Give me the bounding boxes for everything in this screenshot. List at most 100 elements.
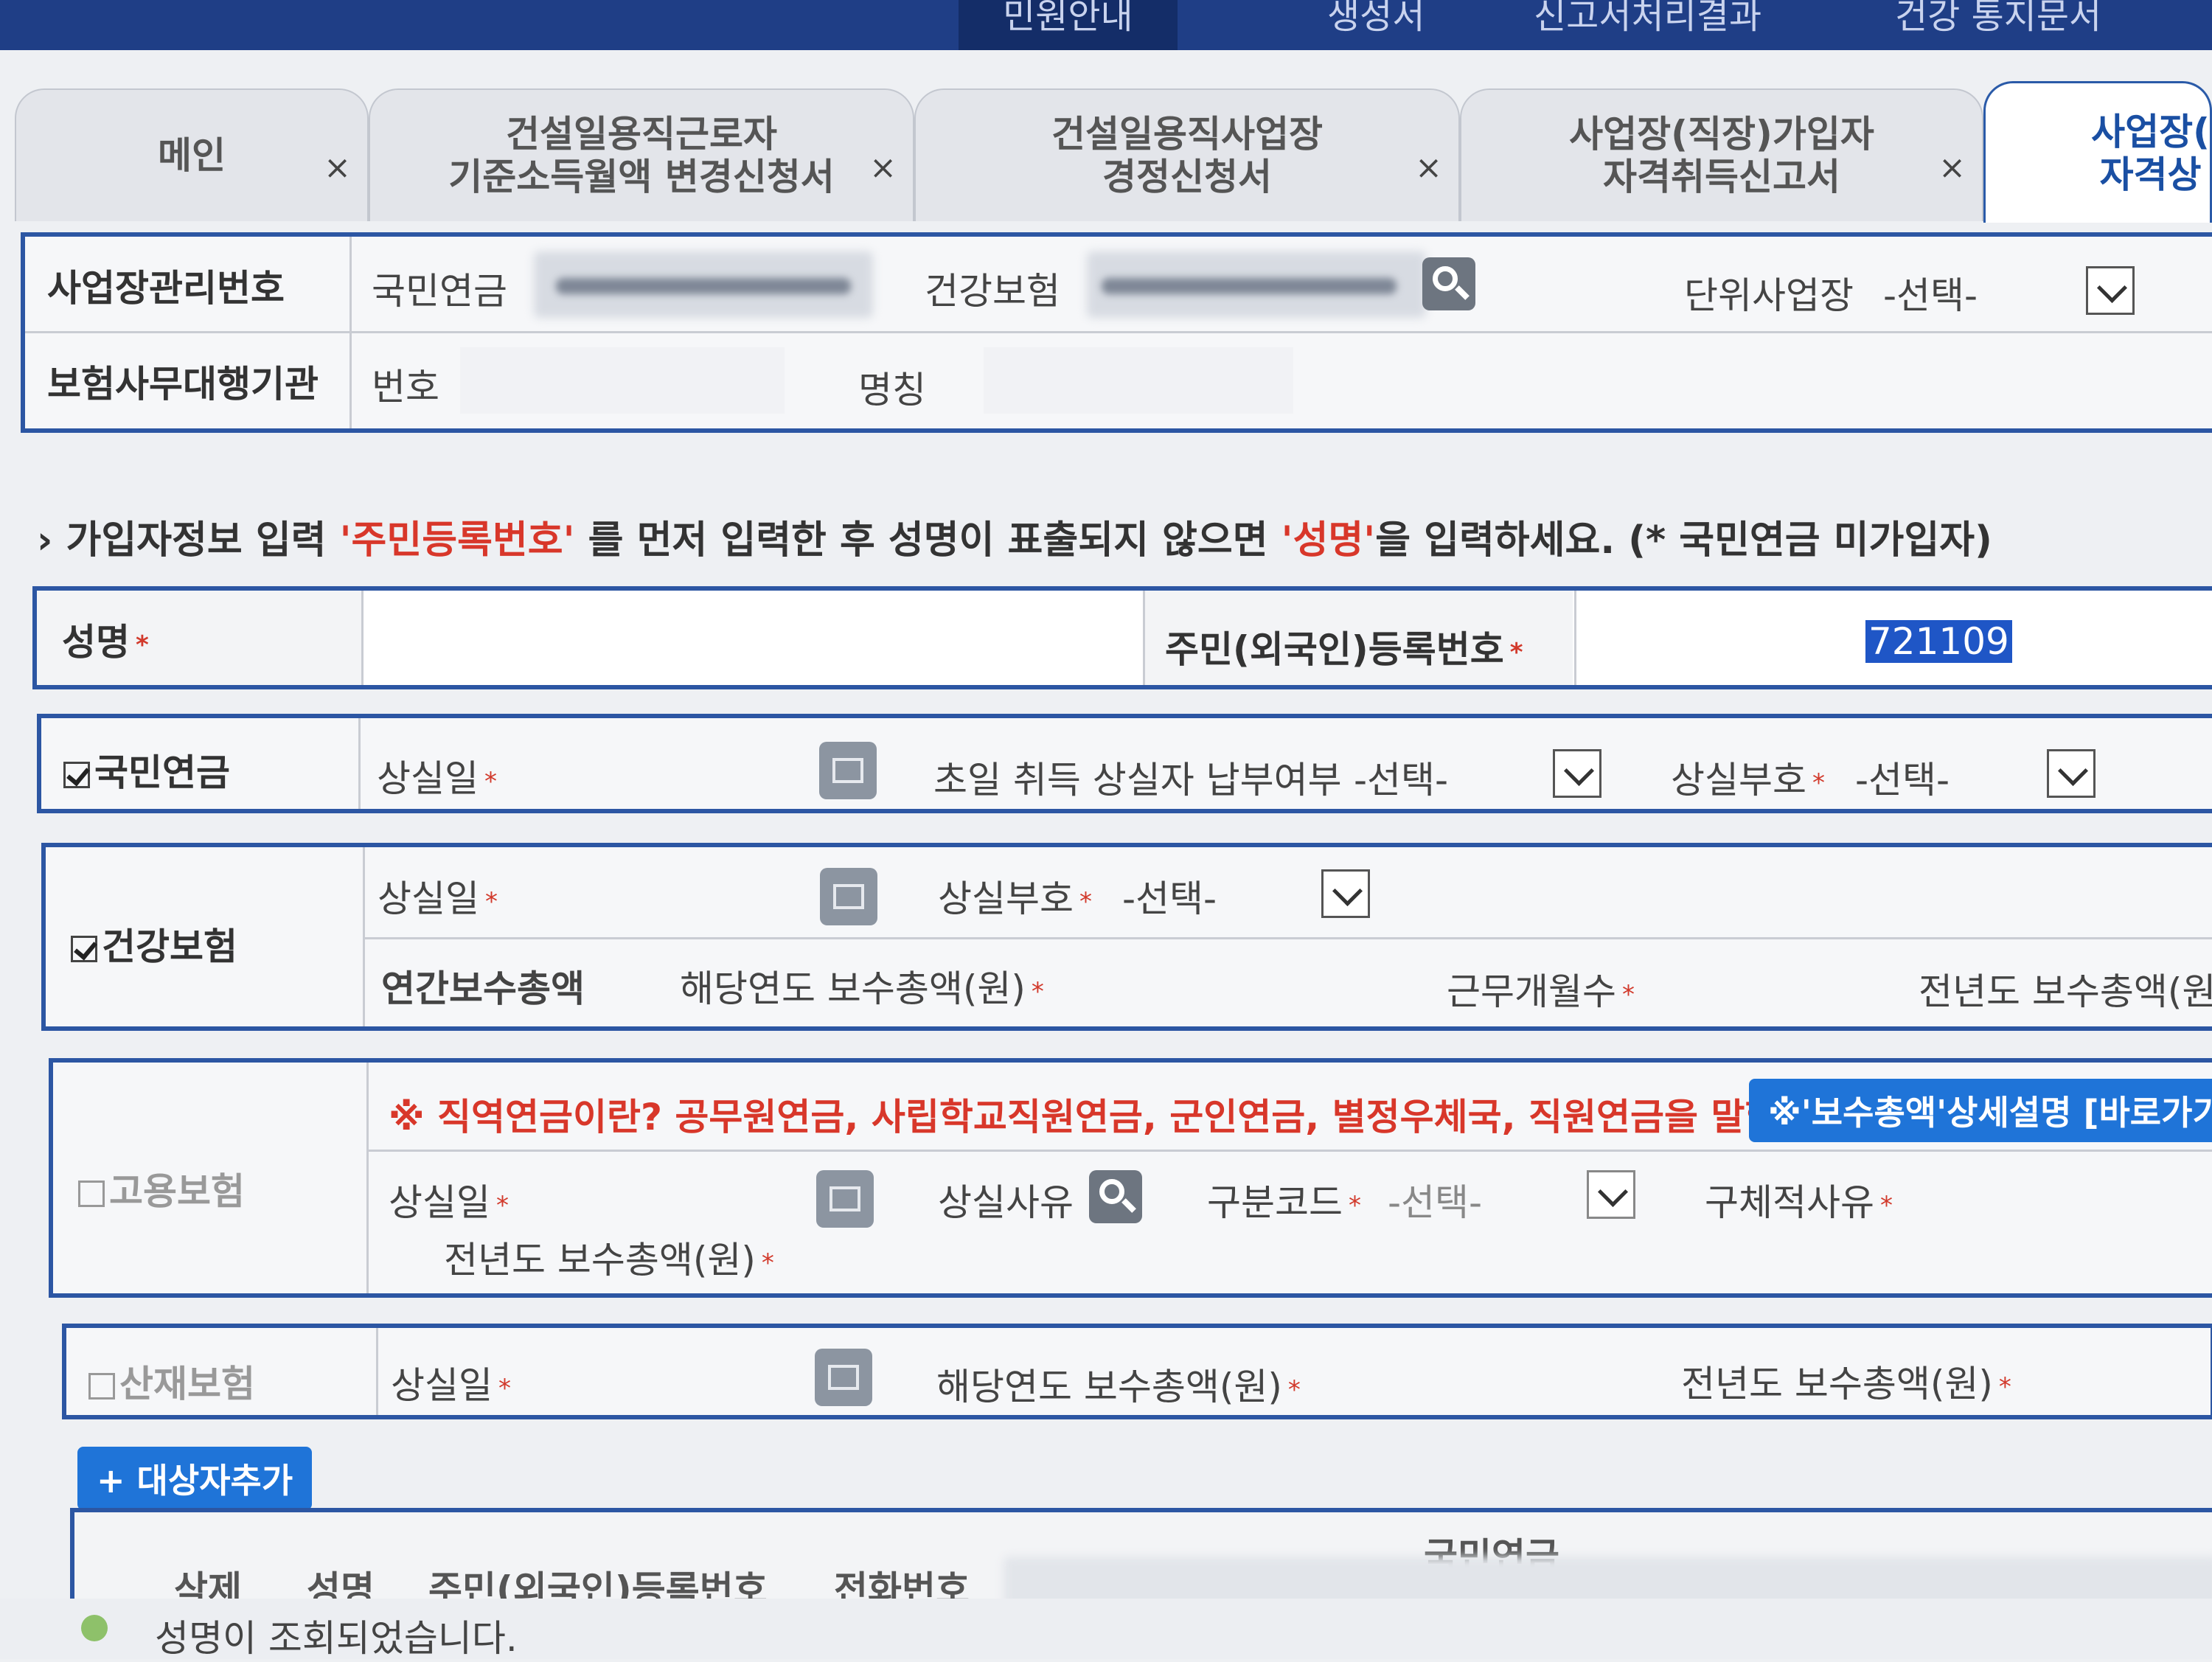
top-menu-item-2[interactable]: 생성서 xyxy=(1327,0,1425,38)
top-menu-label: 건강 통지문서 xyxy=(1895,0,2102,37)
agency-number-input[interactable] xyxy=(460,347,785,414)
top-menu-item-3[interactable]: 신고서처리결과 xyxy=(1534,0,1761,38)
name-input[interactable] xyxy=(365,598,1169,678)
industrial-checkbox[interactable]: 산재보험 xyxy=(88,1355,255,1408)
loss-code-select[interactable]: -선택- xyxy=(1122,869,1217,922)
instruction-text: 를 먼저 입력한 후 성명이 표출되지 않으면 xyxy=(588,518,1268,563)
chevron-down-icon[interactable] xyxy=(2047,749,2096,798)
subscriber-input-instruction: › 가입자정보 입력 '주민등록번호' 를 먼저 입력한 후 성명이 표출되지 … xyxy=(37,509,1992,564)
name-label: 성명 * xyxy=(62,621,149,664)
top-menu-label: 민원안내 xyxy=(1003,0,1133,37)
divider xyxy=(363,937,2212,939)
loss-date-label: 상실일 * xyxy=(389,1181,509,1224)
divider xyxy=(366,1150,2212,1152)
loss-code-select[interactable]: -선택- xyxy=(1855,751,1950,804)
checkbox-unchecked-icon[interactable] xyxy=(78,1181,105,1207)
agency-name-input[interactable] xyxy=(984,347,1293,414)
rrn-input[interactable]: 721109 xyxy=(1585,598,2212,678)
tab-main[interactable]: 메인 × xyxy=(15,88,369,221)
loss-date-label: 상실일 * xyxy=(391,1364,511,1407)
rrn-selected-text: 721109 xyxy=(1865,620,2012,663)
current-year-total-label: 해당연도 보수총액(원) * xyxy=(936,1366,1301,1408)
chevron-down-icon[interactable] xyxy=(1321,869,1370,918)
agency-name-label: 명칭 xyxy=(858,369,926,411)
tab-label: 메인 xyxy=(158,134,226,177)
annual-pay-label: 연간보수총액 xyxy=(381,967,585,1010)
loss-date-label: 상실일 * xyxy=(377,757,497,800)
loss-code-label: 상실부호 * xyxy=(1671,759,1825,802)
close-icon[interactable]: × xyxy=(324,149,351,187)
calendar-icon[interactable] xyxy=(819,742,877,799)
tab-label: 건설일용직사업장 경정신청서 xyxy=(1051,113,1323,198)
pension-section: 국민연금 상실일 * 초일 취득 상실자 납부여부 -선택- 상실부호 * -선택- xyxy=(37,714,2212,813)
workplace-info-box: 사업장관리번호 국민연금 건강보험 단위사업장 -선택- 보험사무대행기관 번호… xyxy=(21,232,2212,433)
close-icon[interactable]: × xyxy=(869,149,897,187)
tab-construction-income-change[interactable]: 건설일용직근로자 기준소득월액 변경신청서 × xyxy=(369,88,914,221)
loss-code-label: 상실부호 * xyxy=(938,877,1092,920)
health-checkbox[interactable]: 건강보험 xyxy=(71,917,237,970)
top-menu-item-4[interactable]: 건강 통지문서 xyxy=(1895,0,2101,38)
status-message: 성명이 조회되었습니다. xyxy=(155,1617,518,1660)
tab-label: 사업장(직장)가입자 자격취득신고서 xyxy=(1569,113,1874,198)
prev-year-total-label: 전년도 보수총액(원) * xyxy=(1681,1363,2011,1405)
unit-workplace-label: 단위사업장 xyxy=(1684,274,1854,317)
add-subscriber-button[interactable]: + 대상자추가 xyxy=(77,1447,313,1510)
divider xyxy=(25,331,2212,333)
tab-label: 건설일용직근로자 기준소득월액 변경신청서 xyxy=(448,113,835,198)
tab-label: 사업장( 자격상 xyxy=(2091,110,2210,196)
chevron-down-icon[interactable] xyxy=(2086,266,2135,315)
work-months-label: 근무개월수 * xyxy=(1447,970,1635,1013)
checkbox-checked-icon[interactable] xyxy=(71,936,97,962)
checkbox-unchecked-icon[interactable] xyxy=(88,1373,115,1400)
divider xyxy=(361,591,364,685)
prev-year-total-label: 전년도 보수총액(원) xyxy=(1919,970,2212,1013)
unit-workplace-select[interactable]: -선택- xyxy=(1883,266,1978,319)
calendar-icon[interactable] xyxy=(815,1349,872,1406)
workplace-number-label: 사업장관리번호 xyxy=(47,267,285,310)
search-icon[interactable] xyxy=(1089,1170,1142,1223)
chevron-down-icon[interactable] xyxy=(1587,1170,1635,1219)
occupational-pension-notice: ※ 직역연금이란? 공무원연금, 사립학교직원연금, 군인연금, 별정우체국, … xyxy=(389,1096,1793,1138)
document-tabs: 메인 × 건설일용직근로자 기준소득월액 변경신청서 × 건설일용직사업장 경정… xyxy=(0,74,2212,223)
first-month-payment-label: 초일 취득 상실자 납부여부 xyxy=(933,759,1342,802)
pension-checkbox[interactable]: 국민연금 xyxy=(63,743,230,796)
division-code-label: 구분코드 * xyxy=(1207,1181,1361,1224)
agency-label: 보험사무대행기관 xyxy=(47,363,319,406)
redacted-value xyxy=(556,278,851,294)
top-menu-label: 신고서처리결과 xyxy=(1534,0,1762,37)
employment-checkbox[interactable]: 고용보험 xyxy=(78,1162,245,1215)
section-title: › 가입자정보 입력 xyxy=(37,518,327,563)
checkbox-checked-icon[interactable] xyxy=(63,762,90,788)
employment-section: 고용보험 ※ 직역연금이란? 공무원연금, 사립학교직원연금, 군인연금, 별정… xyxy=(49,1058,2212,1298)
person-info-box: 성명 * 주민(외국인)등록번호 * 721109 xyxy=(32,586,2212,689)
search-icon[interactable] xyxy=(1422,257,1475,310)
rrn-emphasis: '주민등록번호' xyxy=(339,518,575,563)
division-code-select[interactable]: -선택- xyxy=(1388,1173,1482,1226)
tab-construction-correction[interactable]: 건설일용직사업장 경정신청서 × xyxy=(914,88,1460,221)
calendar-icon[interactable] xyxy=(820,868,877,925)
chevron-down-icon[interactable] xyxy=(1553,749,1601,798)
loss-reason-label: 상실사유 xyxy=(938,1181,1074,1224)
top-nav-bar: 민원안내 생성서 신고서처리결과 건강 통지문서 xyxy=(0,0,2212,50)
divider xyxy=(1574,591,1576,685)
tab-loss-report[interactable]: 사업장( 자격상 xyxy=(1983,81,2212,223)
calendar-icon[interactable] xyxy=(816,1170,874,1228)
rrn-label: 주민(외국인)등록번호 * xyxy=(1165,628,1523,671)
first-month-payment-select[interactable]: -선택- xyxy=(1354,751,1448,804)
pay-total-detail-button[interactable]: ※'보수총액'상세설명 [바로가기 xyxy=(1749,1079,2212,1142)
loss-date-label: 상실일 * xyxy=(378,877,498,920)
status-ok-icon xyxy=(81,1615,108,1641)
close-icon[interactable]: × xyxy=(1415,149,1442,187)
top-menu-label: 생성서 xyxy=(1327,0,1425,37)
tab-acquisition-report[interactable]: 사업장(직장)가입자 자격취득신고서 × xyxy=(1460,88,1983,221)
current-year-total-label: 해당연도 보수총액(원) * xyxy=(680,967,1044,1010)
top-menu-item-1[interactable]: 민원안내 xyxy=(959,0,1178,50)
name-emphasis: '성명' xyxy=(1281,518,1376,563)
pension-number-label: 국민연금 xyxy=(372,270,507,313)
divider xyxy=(358,718,361,809)
close-icon[interactable]: × xyxy=(1938,149,1966,187)
agency-number-label: 번호 xyxy=(372,366,439,408)
industrial-section: 산재보험 상실일 * 해당연도 보수총액(원) * 전년도 보수총액(원) * xyxy=(62,1324,2212,1419)
redacted-value xyxy=(1102,278,1397,294)
status-bar: 성명이 조회되었습니다. xyxy=(0,1599,2212,1660)
